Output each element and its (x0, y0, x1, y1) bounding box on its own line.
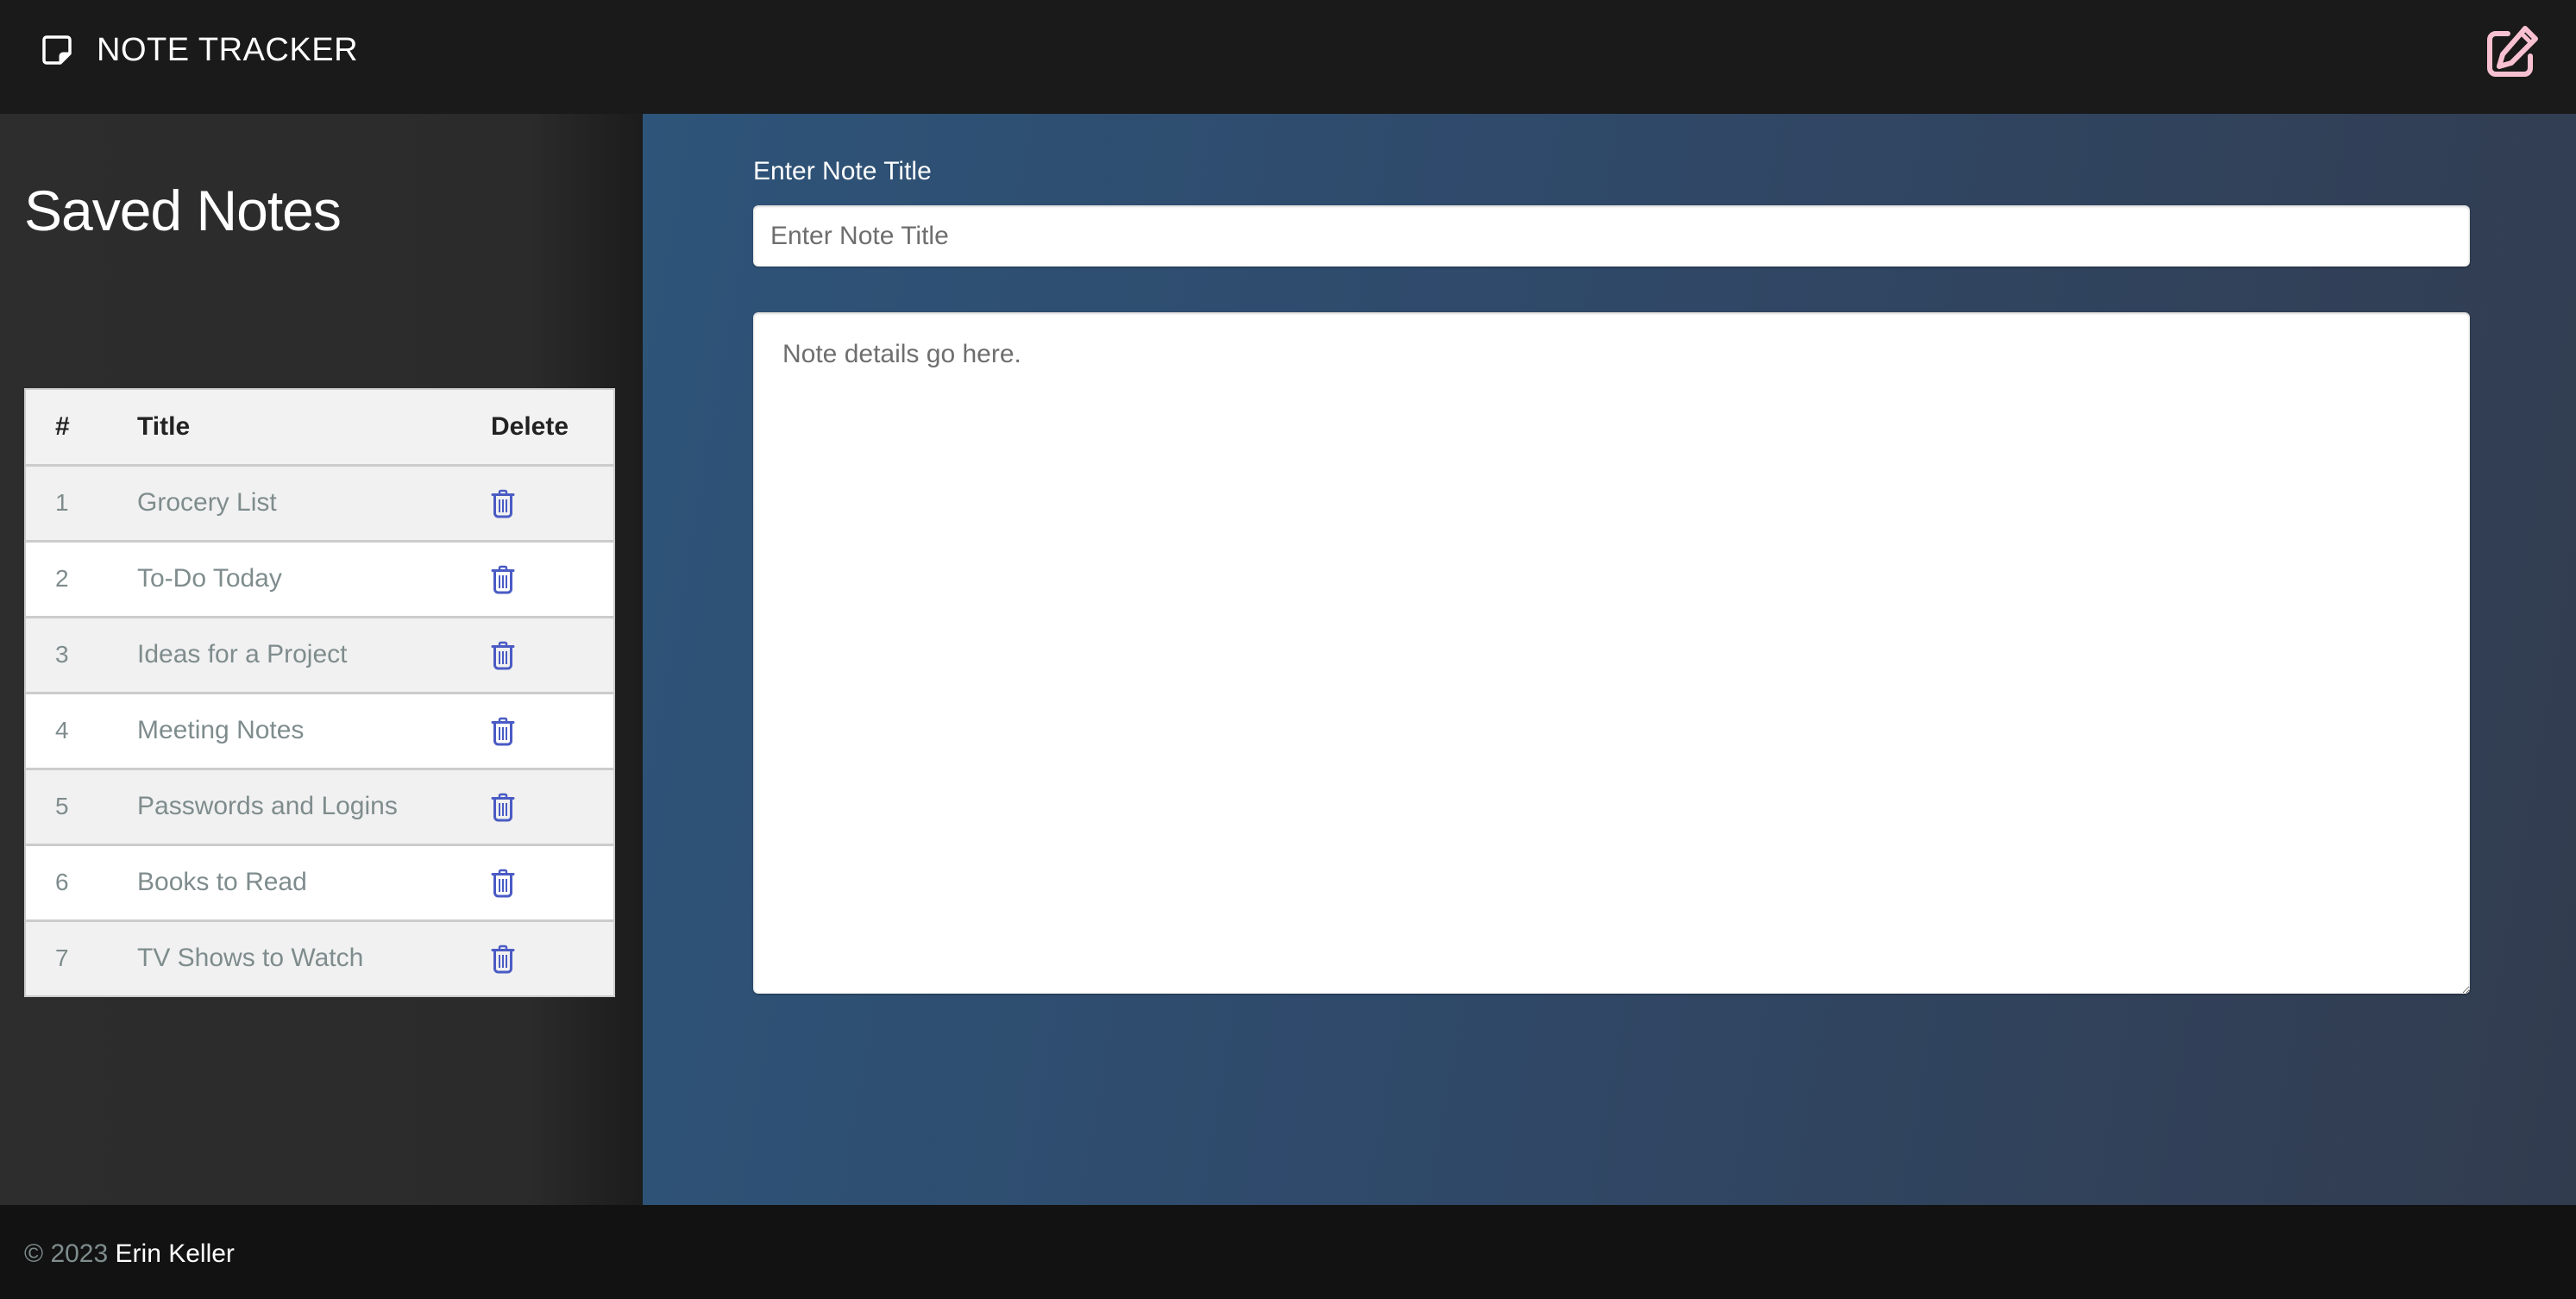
note-body-textarea[interactable] (753, 312, 2470, 994)
app-header: NOTE TRACKER (0, 0, 2576, 114)
note-number: 5 (25, 769, 137, 846)
note-number: 4 (25, 693, 137, 770)
note-title-label: Enter Note Title (753, 157, 932, 185)
table-row[interactable]: 5 Passwords and Logins (25, 769, 614, 846)
note-title[interactable]: To-Do Today (137, 541, 491, 618)
delete-note-button[interactable] (491, 489, 515, 518)
delete-note-button[interactable] (491, 793, 515, 822)
notes-table: # Title Delete 1 Grocery List 2 To-Do Today… (24, 388, 615, 997)
column-header-delete: Delete (491, 389, 614, 467)
table-row[interactable]: 6 Books to Read (25, 844, 614, 922)
new-note-button[interactable] (2483, 24, 2541, 83)
notes-table-body: 1 Grocery List 2 To-Do Today 3 Ideas for a Pr… (25, 465, 614, 996)
footer: © 2023 Erin Keller (0, 1205, 2576, 1299)
column-header-number: # (25, 389, 137, 467)
delete-cell (491, 617, 614, 694)
note-title[interactable]: Books to Read (137, 844, 491, 922)
delete-note-button[interactable] (491, 944, 515, 974)
delete-cell (491, 844, 614, 922)
trash-icon (491, 565, 515, 594)
sidebar: Saved Notes # Title Delete 1 Grocery List… (0, 114, 643, 1205)
trash-icon (491, 944, 515, 974)
note-number: 7 (25, 920, 137, 996)
note-title[interactable]: Passwords and Logins (137, 769, 491, 846)
note-title[interactable]: Meeting Notes (137, 693, 491, 770)
trash-icon (491, 489, 515, 518)
table-header-row: # Title Delete (25, 389, 614, 467)
note-title[interactable]: Ideas for a Project (137, 617, 491, 694)
delete-cell (491, 769, 614, 846)
delete-cell (491, 693, 614, 770)
table-row[interactable]: 1 Grocery List (25, 465, 614, 543)
note-number: 2 (25, 541, 137, 618)
note-editor: Enter Note Title (643, 114, 2576, 1205)
delete-note-button[interactable] (491, 869, 515, 898)
note-title-input[interactable] (753, 205, 2470, 267)
author-name: Erin Keller (115, 1239, 235, 1268)
note-title[interactable]: TV Shows to Watch (137, 920, 491, 996)
note-number: 1 (25, 465, 137, 543)
table-row[interactable]: 2 To-Do Today (25, 541, 614, 618)
delete-cell (491, 920, 614, 996)
copyright: © 2023 (24, 1239, 109, 1268)
delete-note-button[interactable] (491, 641, 515, 670)
table-row[interactable]: 3 Ideas for a Project (25, 617, 614, 694)
trash-icon (491, 869, 515, 898)
trash-icon (491, 717, 515, 746)
trash-icon (491, 793, 515, 822)
delete-note-button[interactable] (491, 717, 515, 746)
note-number: 6 (25, 844, 137, 922)
brand: NOTE TRACKER (41, 31, 358, 69)
delete-cell (491, 465, 614, 543)
footer-text: © 2023 Erin Keller (24, 1239, 235, 1269)
sticky-note-icon (41, 35, 72, 66)
pencil-square-icon (2484, 23, 2541, 85)
saved-notes-heading: Saved Notes (24, 179, 342, 242)
note-number: 3 (25, 617, 137, 694)
table-row[interactable]: 7 TV Shows to Watch (25, 920, 614, 996)
delete-note-button[interactable] (491, 565, 515, 594)
delete-cell (491, 541, 614, 618)
app-title: NOTE TRACKER (97, 31, 359, 68)
column-header-title: Title (137, 389, 491, 467)
trash-icon (491, 641, 515, 670)
note-title[interactable]: Grocery List (137, 465, 491, 543)
table-row[interactable]: 4 Meeting Notes (25, 693, 614, 770)
